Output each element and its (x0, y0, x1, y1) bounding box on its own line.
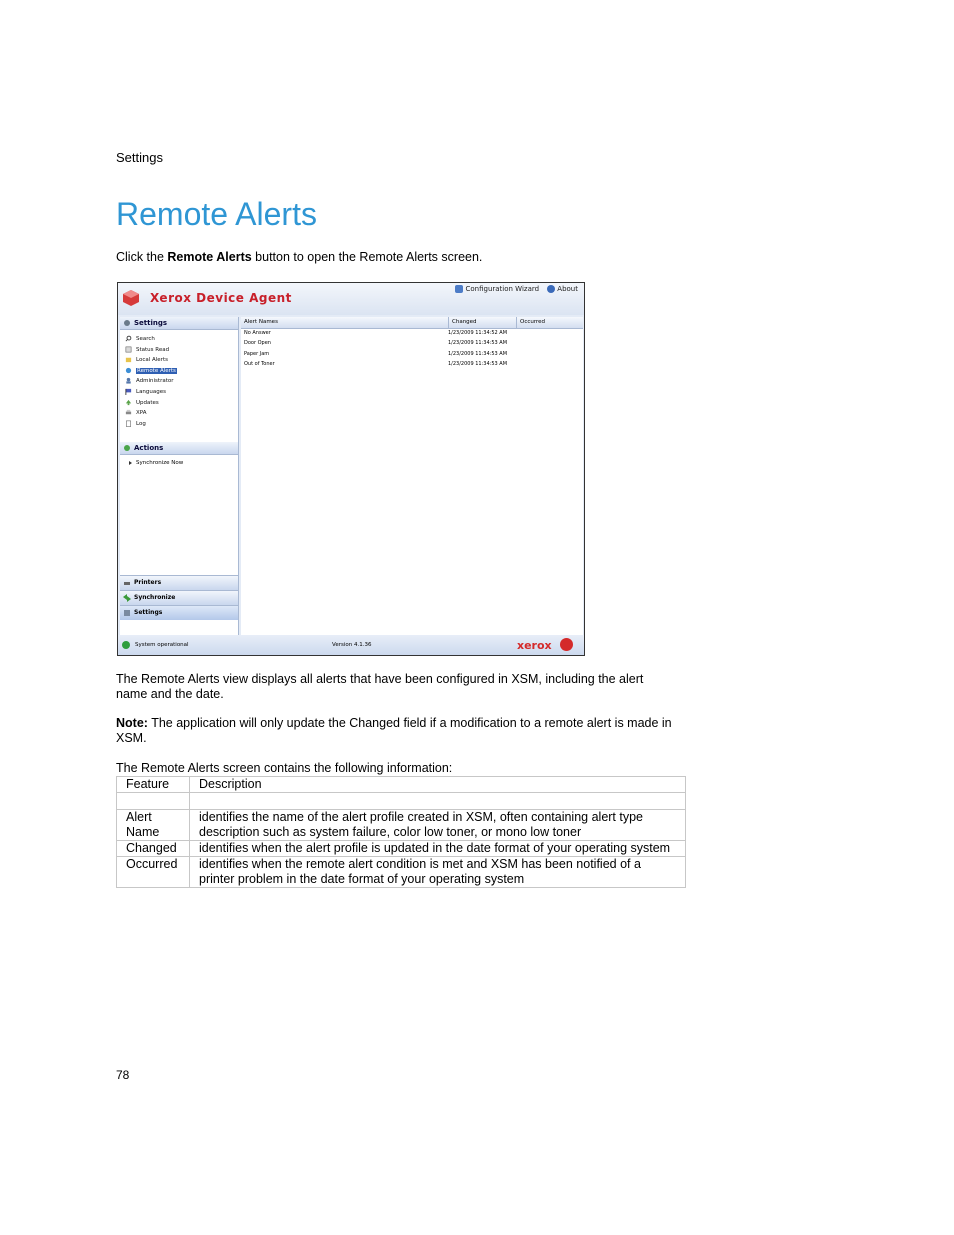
header-description: Description (189, 776, 686, 793)
section-label: Settings (116, 150, 163, 165)
column-changed[interactable]: Changed (448, 317, 477, 328)
settings-panel-label: Settings (134, 319, 168, 327)
note-paragraph: Note: The application will only update t… (116, 716, 676, 746)
folder-icon (125, 357, 132, 363)
alerts-table-view: Alert Names Changed Occurred No Answer 1/… (241, 317, 583, 635)
table-row: Changed identifies when the alert profile… (116, 840, 686, 857)
alerts-table-header: Alert Names Changed Occurred (241, 317, 583, 329)
search-icon (125, 335, 132, 342)
intro-text: Click the (116, 250, 168, 264)
table-row[interactable]: Out of Toner 1/23/2009 11:34:53 AM (241, 360, 523, 370)
bottom-tabs: Printers Synchronize Settings (120, 575, 238, 620)
description-paragraph: The Remote Alerts view displays all aler… (116, 672, 644, 701)
sidebar: Settings Search Status Read Local Alerts… (120, 317, 239, 635)
help-icon (547, 285, 556, 293)
synchronize-now-action[interactable]: Synchronize Now (120, 460, 238, 466)
app-title: Xerox Device Agent (150, 291, 292, 305)
status-text: System operational (135, 642, 189, 648)
app-header: Xerox Device Agent Configuration Wizard … (118, 283, 584, 315)
wizard-icon (455, 285, 464, 293)
settings-icon (124, 610, 130, 616)
nav-item-remote-alerts[interactable]: Remote Alerts (120, 366, 238, 377)
nav-item-log[interactable]: Log (120, 419, 238, 430)
document-icon (126, 420, 131, 427)
nav-item-search[interactable]: Search (120, 334, 238, 345)
nav-item-local-alerts[interactable]: Local Alerts (120, 355, 238, 366)
intro-bold: Remote Alerts (167, 250, 252, 264)
table-intro: The Remote Alerts screen contains the fo… (116, 761, 453, 775)
xerox-ball-icon (560, 638, 573, 651)
status-bar: System operational Version 4.1.36 xerox (118, 635, 584, 655)
settings-nav: Search Status Read Local Alerts Remote A… (120, 334, 238, 429)
user-icon (126, 378, 131, 384)
table-row (116, 792, 686, 810)
table-row: Alert Name identifies the name of the ale… (116, 809, 686, 841)
wrench-icon (124, 320, 130, 326)
tab-synchronize[interactable]: Synchronize (120, 590, 238, 605)
arrow-right-icon (129, 461, 132, 465)
note-label: Note: (116, 716, 148, 730)
nav-item-languages[interactable]: Languages (120, 387, 238, 398)
page-title: Remote Alerts (116, 196, 317, 232)
column-occurred[interactable]: Occurred (516, 317, 545, 328)
header-feature: Feature (116, 776, 190, 793)
sync-icon (123, 594, 131, 602)
check-icon (122, 641, 130, 649)
flag-icon (125, 388, 132, 395)
nav-item-updates[interactable]: Updates (120, 398, 238, 409)
tab-settings[interactable]: Settings (120, 605, 238, 620)
page-number: 78 (116, 1068, 130, 1082)
app-screenshot: Xerox Device Agent Configuration Wizard … (117, 282, 585, 656)
status-icon (125, 346, 132, 352)
xda-logo-icon (123, 290, 139, 306)
printer-icon (125, 410, 132, 415)
table-row[interactable]: Paper Jam 1/23/2009 11:34:53 AM (241, 350, 523, 360)
version-text: Version 4.1.36 (332, 642, 372, 648)
nav-item-xpa[interactable]: XPA (120, 408, 238, 419)
column-alert-names[interactable]: Alert Names (244, 319, 278, 325)
table-row[interactable]: No Answer 1/23/2009 11:34:52 AM (241, 329, 523, 339)
feature-table: Feature Description Alert Name identifies… (116, 776, 686, 888)
intro-paragraph: Click the Remote Alerts button to open t… (116, 250, 676, 265)
table-row[interactable]: Door Open 1/23/2009 11:34:53 AM (241, 339, 523, 349)
note-text: The application will only update the Cha… (116, 716, 672, 745)
table-header-row: Feature Description (116, 776, 686, 793)
nav-item-status-read[interactable]: Status Read (120, 345, 238, 356)
tab-printers[interactable]: Printers (120, 575, 238, 590)
actions-panel-label: Actions (134, 444, 164, 452)
actions-panel-header: Actions (120, 442, 238, 455)
config-wizard-link[interactable]: Configuration Wizard (455, 285, 539, 293)
settings-panel-header: Settings (120, 317, 238, 330)
printer-icon (124, 582, 130, 585)
top-links: Configuration Wizard About (449, 285, 578, 293)
intro-text-end: button to open the Remote Alerts screen. (251, 250, 483, 264)
xerox-logo: xerox (517, 639, 552, 652)
globe-icon (125, 367, 132, 373)
gear-icon (124, 445, 130, 451)
update-icon (125, 399, 132, 405)
about-link[interactable]: About (547, 285, 578, 293)
actions-panel: Actions Synchronize Now (120, 442, 238, 466)
nav-item-administrator[interactable]: Administrator (120, 376, 238, 387)
table-row: Occurred identifies when the remote alert… (116, 856, 686, 888)
